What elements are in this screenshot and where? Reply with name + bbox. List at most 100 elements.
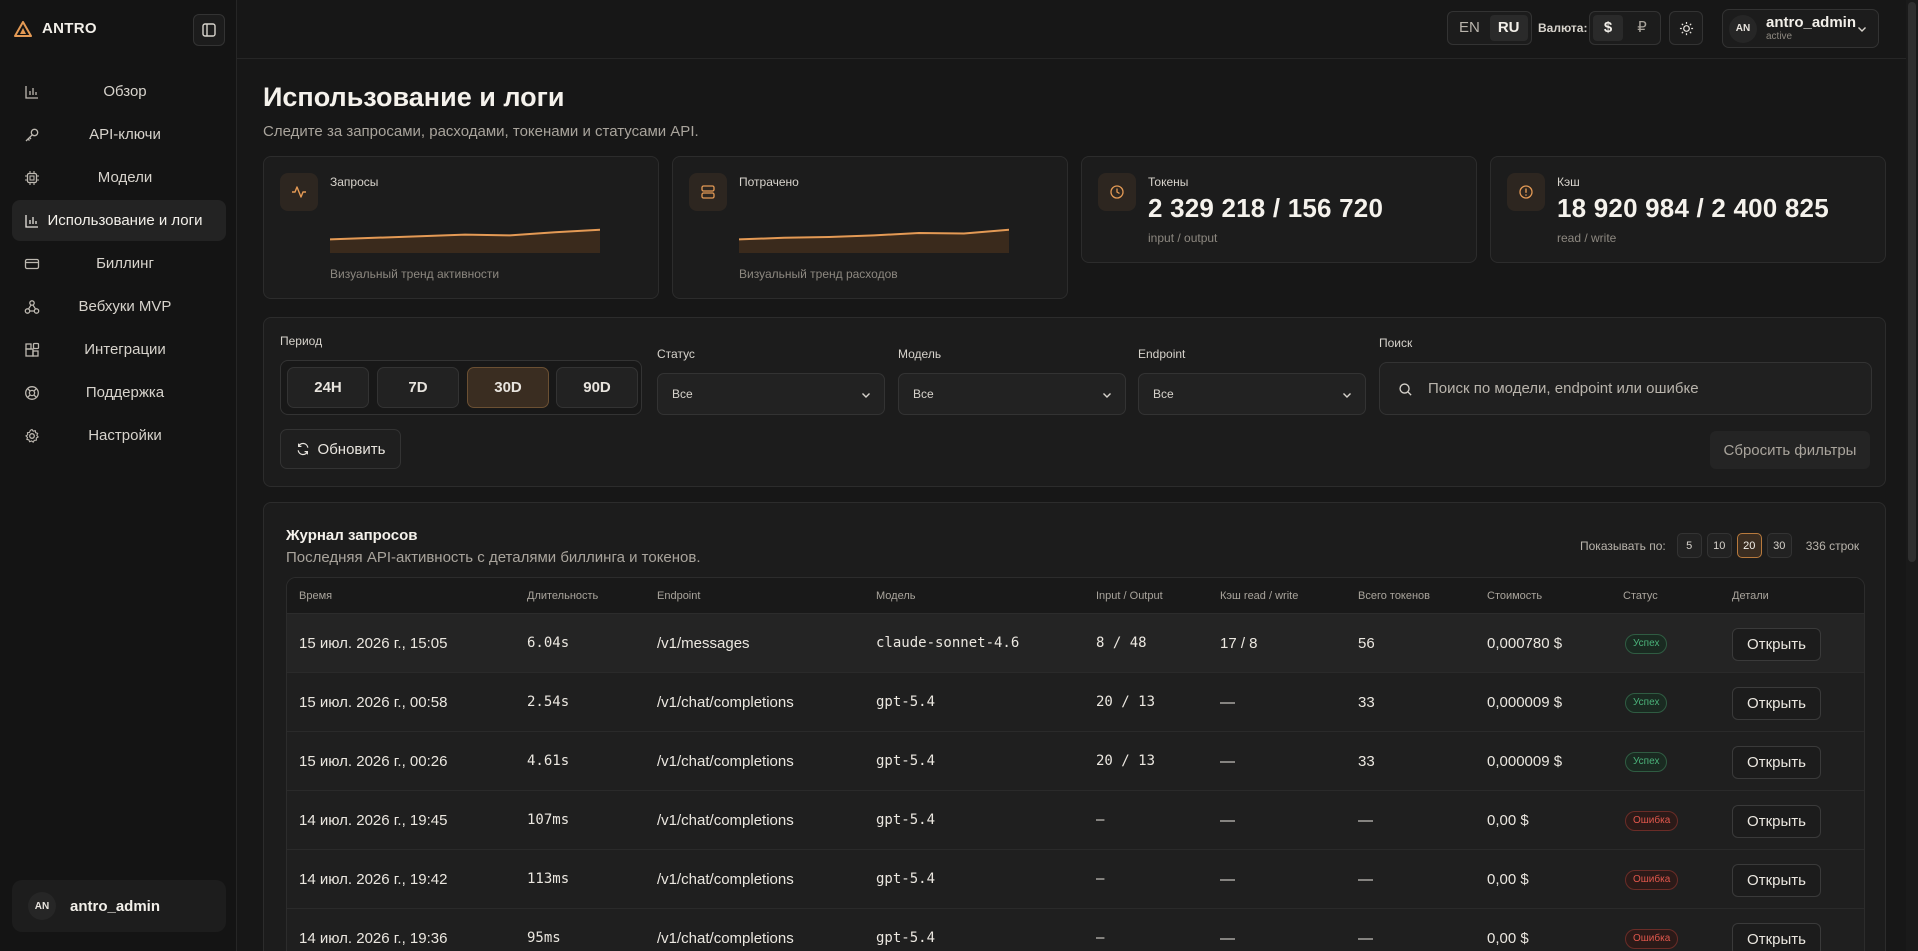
- status-badge: Ошибка: [1625, 929, 1679, 949]
- model-select[interactable]: Все: [898, 373, 1126, 415]
- open-details-button[interactable]: Открыть: [1732, 687, 1821, 720]
- cell-endpoint: /v1/chat/completions: [657, 871, 794, 888]
- currency-usd-button[interactable]: $: [1593, 15, 1623, 41]
- logo[interactable]: ANTRO: [14, 20, 97, 37]
- theme-toggle-button[interactable]: [1669, 11, 1703, 45]
- lang-ru-button[interactable]: RU: [1489, 15, 1528, 41]
- col-duration: Длительность: [527, 590, 599, 602]
- avatar: AN: [28, 892, 56, 920]
- search-label: Поиск: [1379, 336, 1413, 350]
- cache-card: Кэш 18 920 984 / 2 400 825 read / write: [1490, 156, 1886, 263]
- open-details-button[interactable]: Открыть: [1732, 746, 1821, 779]
- cell-duration: 4.61s: [527, 753, 570, 769]
- open-details-button[interactable]: Открыть: [1732, 923, 1821, 951]
- cache-sub: read / write: [1557, 231, 1617, 245]
- sidebar-item-models[interactable]: Модели: [12, 157, 226, 198]
- period-30d-button[interactable]: 30D: [467, 367, 549, 408]
- card-caption: Визуальный тренд активности: [330, 267, 500, 281]
- lifebuoy-icon: [25, 386, 39, 400]
- per-page-label: Показывать по:: [1580, 538, 1666, 553]
- status-badge: Успех: [1625, 752, 1668, 772]
- cell-model: gpt-5.4: [876, 812, 936, 828]
- search-input[interactable]: [1428, 363, 1858, 414]
- endpoint-select[interactable]: Все: [1138, 373, 1366, 415]
- sidebar-item-label: Обзор: [103, 83, 147, 100]
- cell-model: claude-sonnet-4.6: [876, 635, 1020, 651]
- per-page-10-button[interactable]: 10: [1706, 533, 1732, 558]
- open-details-button[interactable]: Открыть: [1732, 805, 1821, 838]
- tokens-value: 2 329 218 / 156 720: [1148, 193, 1384, 223]
- cell-cost: 0,000009 $: [1487, 694, 1563, 711]
- cell-cost: 0,00 $: [1487, 871, 1529, 888]
- refresh-button[interactable]: Обновить: [280, 429, 401, 469]
- tokens-card: Токены 2 329 218 / 156 720 input / outpu…: [1081, 156, 1477, 263]
- per-page-20-button[interactable]: 20: [1736, 533, 1762, 558]
- period-90d-button[interactable]: 90D: [556, 367, 638, 408]
- period-switcher: 24H 7D 30D 90D: [280, 360, 642, 415]
- sidebar-nav: Обзор API-ключи Модели Использование и л…: [12, 71, 226, 458]
- cell-duration: 95ms: [527, 930, 561, 946]
- sidebar-item-integrations[interactable]: Интеграции: [12, 329, 226, 370]
- cell-input-output: —: [1096, 871, 1105, 887]
- cell-total-tokens: 56: [1358, 635, 1375, 652]
- open-details-button[interactable]: Открыть: [1732, 628, 1821, 661]
- reset-filters-button[interactable]: Сбросить фильтры: [1710, 431, 1870, 469]
- account-status: active: [1766, 31, 1793, 42]
- cell-cache: —: [1220, 694, 1235, 711]
- cell-cost: 0,00 $: [1487, 930, 1529, 947]
- cell-duration: 107ms: [527, 812, 570, 828]
- logo-triangle-icon: [14, 20, 32, 37]
- key-icon: [25, 128, 39, 142]
- card-title: Потрачено: [739, 175, 799, 189]
- cell-cost: 0,00 $: [1487, 812, 1529, 829]
- sidebar-item-overview[interactable]: Обзор: [12, 71, 226, 112]
- period-24h-button[interactable]: 24H: [287, 367, 369, 408]
- card-title: Токены: [1148, 175, 1189, 189]
- period-7d-button[interactable]: 7D: [377, 367, 459, 408]
- sidebar-user-card[interactable]: AN antro_admin: [12, 880, 226, 932]
- cell-total-tokens: —: [1358, 930, 1373, 947]
- status-select-value: Все: [672, 387, 693, 401]
- currency-rub-button[interactable]: ₽: [1627, 15, 1657, 41]
- card-icon-box: [1507, 173, 1545, 211]
- bar-chart-icon: [25, 86, 38, 99]
- cell-endpoint: /v1/messages: [657, 635, 750, 652]
- requests-sparkline: [330, 228, 600, 253]
- request-log: Журнал запросов Последняя API-активность…: [263, 502, 1886, 951]
- cell-model: gpt-5.4: [876, 694, 936, 710]
- account-menu[interactable]: AN antro_admin active: [1722, 9, 1879, 48]
- sidebar-item-usage-logs[interactable]: Использование и логи: [12, 200, 226, 241]
- sidebar-item-billing[interactable]: Биллинг: [12, 243, 226, 284]
- per-page-30-button[interactable]: 30: [1766, 533, 1792, 558]
- open-details-button[interactable]: Открыть: [1732, 864, 1821, 897]
- sidebar-item-settings[interactable]: Настройки: [12, 415, 226, 456]
- currency-label: Валюта:: [1538, 21, 1588, 35]
- sparkline-area: [330, 229, 600, 253]
- sidebar-item-support[interactable]: Поддержка: [12, 372, 226, 413]
- status-badge: Успех: [1625, 634, 1668, 654]
- chevron-down-icon: [862, 393, 870, 398]
- col-cost: Стоимость: [1487, 590, 1543, 602]
- sidebar-item-api-keys[interactable]: API-ключи: [12, 114, 226, 155]
- sidebar-collapse-button[interactable]: [193, 14, 225, 46]
- cell-input-output: 20 / 13: [1096, 753, 1156, 769]
- cell-cache: 17 / 8: [1220, 635, 1258, 652]
- per-page-5-button[interactable]: 5: [1676, 533, 1702, 558]
- sidebar-item-label: Модели: [97, 169, 153, 186]
- blocks-icon: [25, 342, 40, 357]
- col-input-output: Input / Output: [1096, 590, 1163, 602]
- lang-en-button[interactable]: EN: [1451, 15, 1488, 41]
- refresh-icon: [297, 442, 308, 456]
- col-details: Детали: [1732, 590, 1769, 602]
- col-endpoint: Endpoint: [657, 590, 701, 602]
- cell-model: gpt-5.4: [876, 753, 936, 769]
- sidebar-item-label: Поддержка: [85, 384, 165, 401]
- chevron-down-icon: [1343, 393, 1351, 398]
- col-total-tokens: Всего токенов: [1358, 590, 1431, 602]
- status-select[interactable]: Все: [657, 373, 885, 415]
- filters-panel: Период 24H 7D 30D 90D Статус Все Модель …: [263, 317, 1886, 487]
- table-row: 15 июл. 2026 г., 00:58 2.54s/v1/chat/comp…: [287, 673, 1864, 732]
- refresh-label: Обновить: [317, 440, 386, 458]
- page-scrollbar-thumb[interactable]: [1908, 2, 1916, 562]
- sidebar-item-webhooks[interactable]: Вебхуки MVP: [12, 286, 226, 327]
